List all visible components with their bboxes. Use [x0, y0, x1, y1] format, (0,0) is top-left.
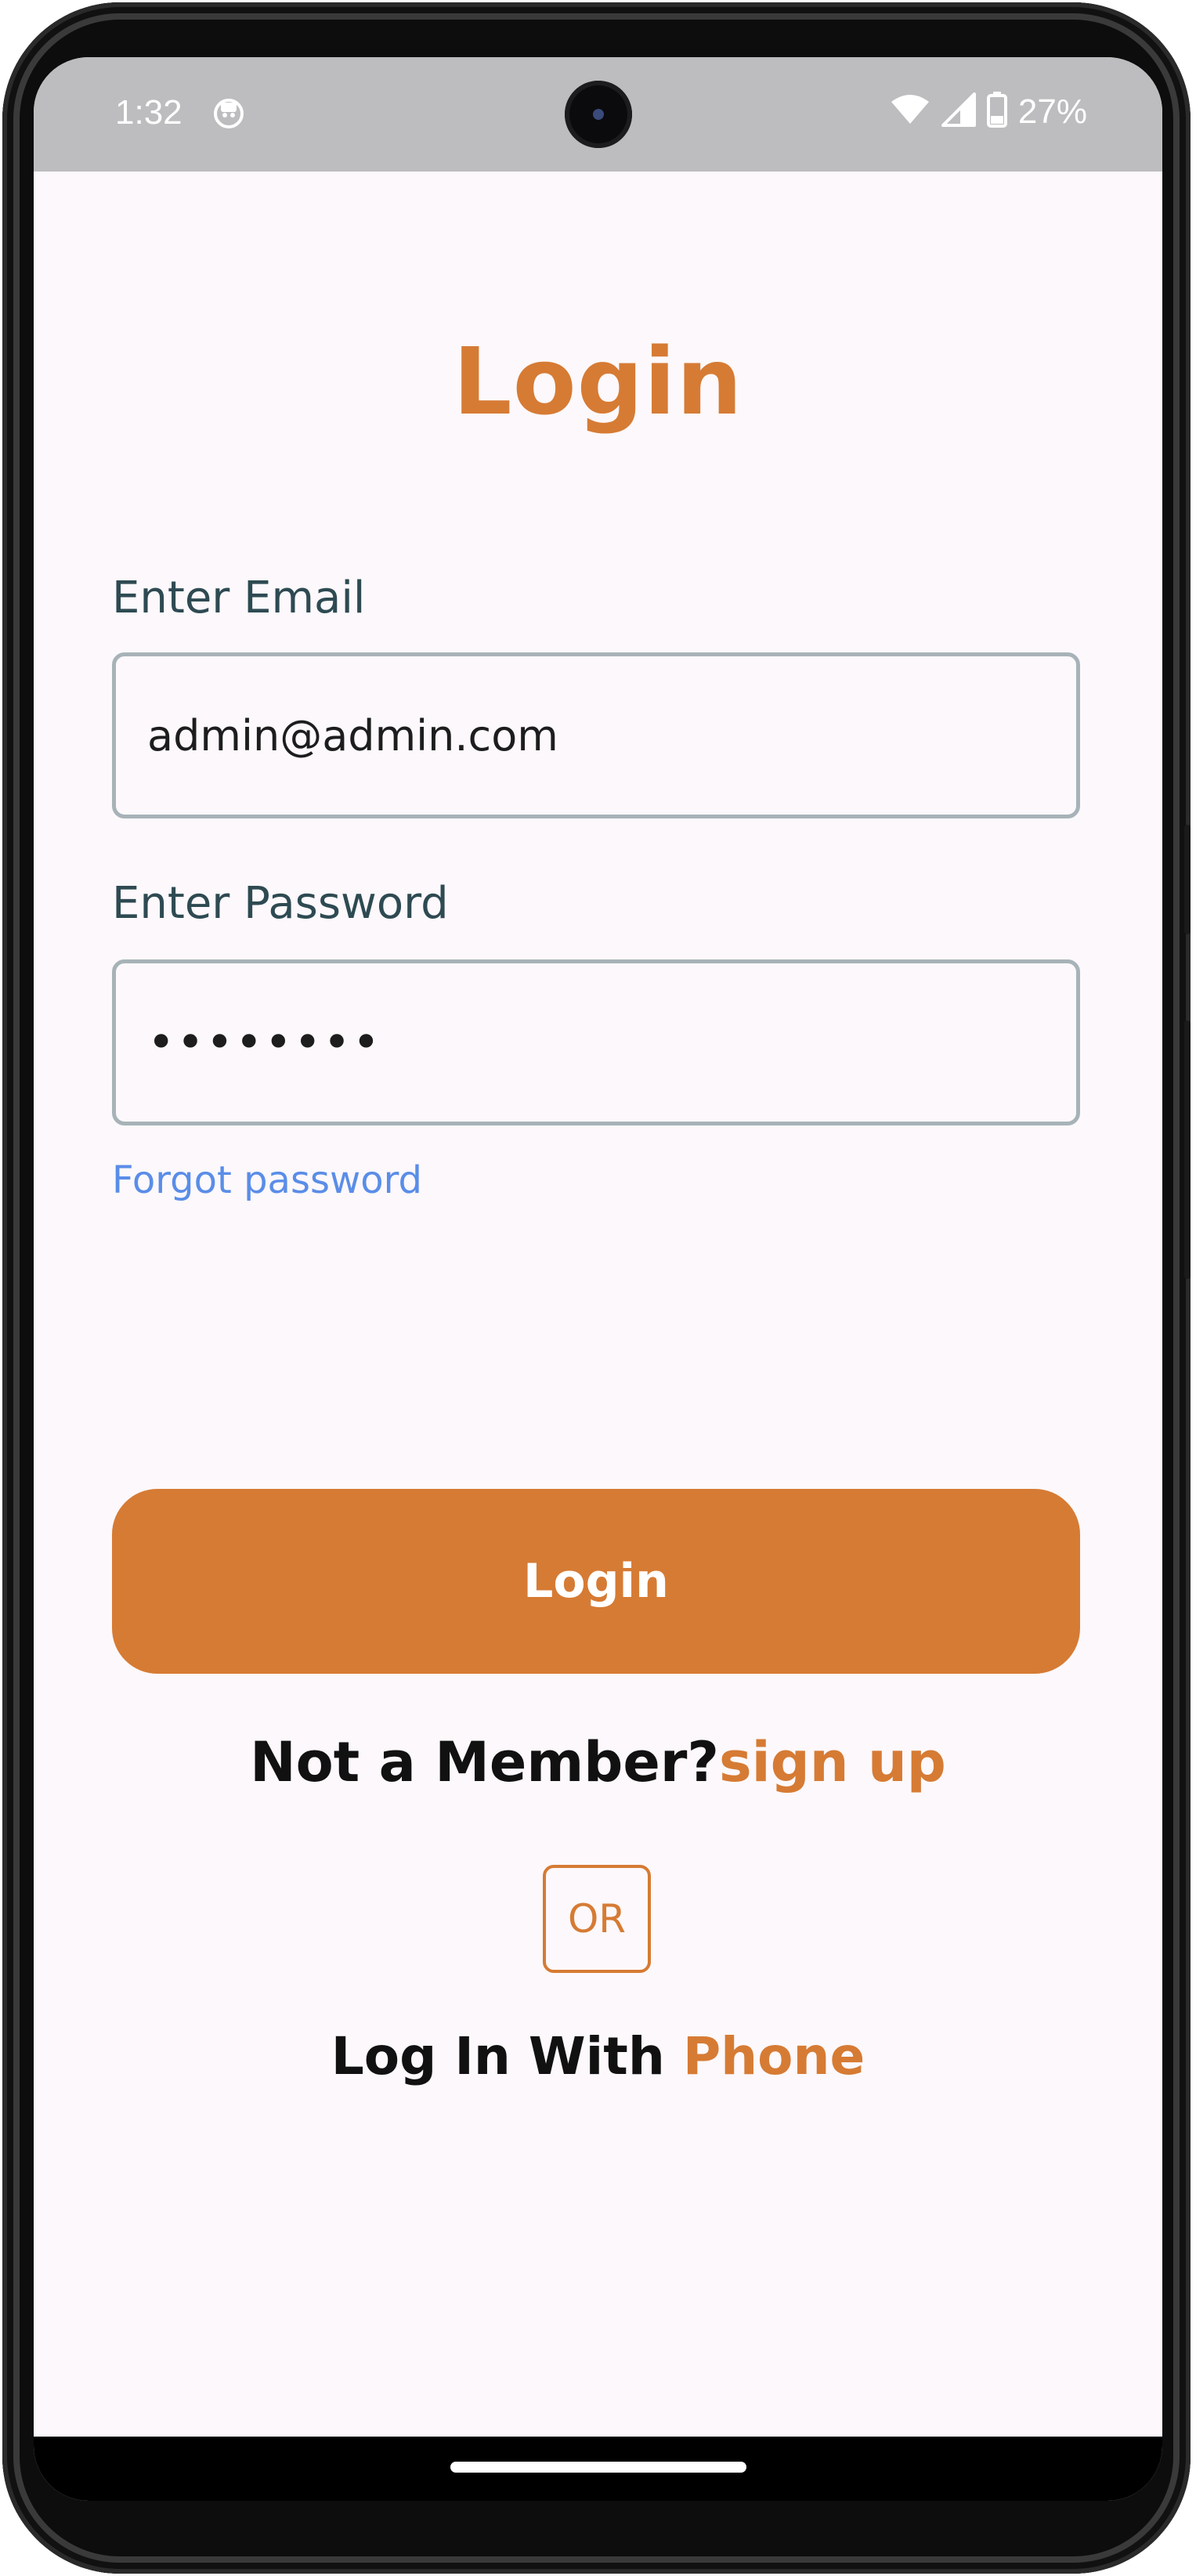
signup-prompt: Not a Member?sign up	[34, 1730, 1162, 1794]
signup-link[interactable]: sign up	[719, 1730, 946, 1794]
front-camera	[565, 81, 632, 148]
signal-icon	[941, 92, 976, 131]
password-label: Enter Password	[112, 878, 449, 929]
phone-login-text: Log In With	[331, 2026, 683, 2086]
email-label: Enter Email	[112, 573, 366, 623]
status-icons: 27%	[890, 92, 1087, 132]
navigation-bar	[34, 2437, 1162, 2501]
power-button	[1184, 825, 1191, 934]
home-indicator[interactable]	[450, 2462, 746, 2473]
battery-icon	[986, 92, 1007, 132]
wifi-icon	[890, 94, 930, 129]
forgot-password-link[interactable]: Forgot password	[112, 1158, 422, 1202]
login-form: Login Enter Email admin@admin.com Enter …	[34, 172, 1162, 2490]
phone-body: 1:32 27% Login Enter Email admin@admin.c…	[2, 2, 1191, 2574]
device-frame: 1:32 27% Login Enter Email admin@admin.c…	[0, 0, 1196, 2576]
status-bar: 1:32 27%	[34, 57, 1162, 172]
phone-login-prompt: Log In With Phone	[34, 2026, 1162, 2086]
screen: 1:32 27% Login Enter Email admin@admin.c…	[34, 57, 1162, 2501]
status-time: 1:32	[115, 93, 182, 132]
phone-login-link[interactable]: Phone	[683, 2026, 865, 2086]
or-divider: OR	[543, 1865, 651, 1973]
password-field[interactable]: ••••••••	[112, 959, 1080, 1125]
volume-button	[1184, 1021, 1191, 1279]
battery-percentage: 27%	[1017, 92, 1087, 131]
app-notification-icon	[212, 96, 245, 129]
email-field[interactable]: admin@admin.com	[112, 652, 1080, 818]
login-button[interactable]: Login	[112, 1489, 1080, 1674]
signup-prompt-text: Not a Member?	[250, 1730, 719, 1794]
page-title: Login	[453, 327, 743, 435]
